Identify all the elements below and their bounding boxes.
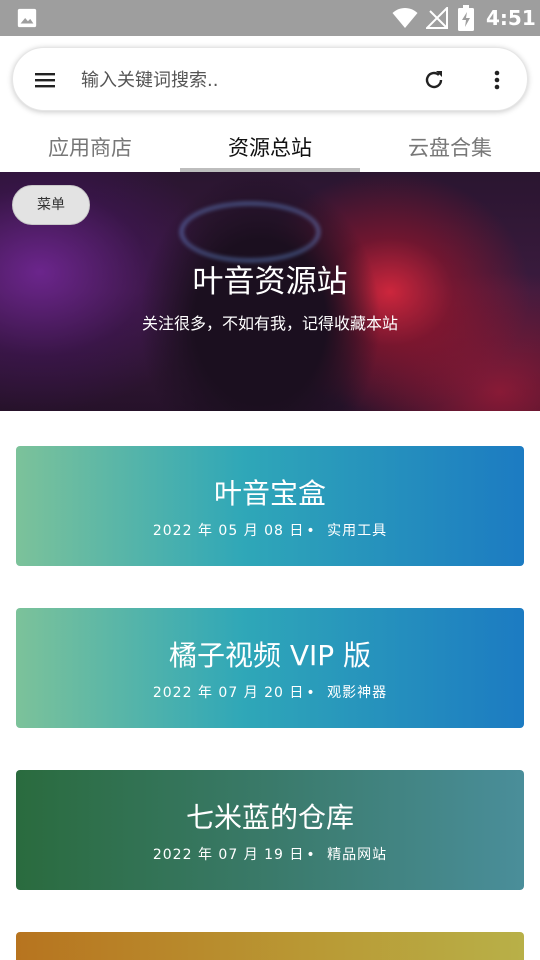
- tab-bar: 应用商店 资源总站 云盘合集: [0, 124, 540, 172]
- card-month: 07: [218, 847, 239, 863]
- card-category: 实用工具: [327, 523, 388, 539]
- card-day-unit: 日: [289, 523, 305, 539]
- card-day: 19: [264, 847, 284, 863]
- clock: 4:51: [486, 6, 536, 30]
- card-day-unit: 日: [289, 847, 305, 863]
- card-month-unit: 月: [243, 847, 259, 863]
- banner-background-image: [180, 202, 320, 262]
- card-day: 20: [264, 685, 284, 701]
- search-bar: [12, 47, 528, 111]
- card-title: 七米蓝的仓库: [185, 801, 354, 834]
- card-month: 07: [218, 685, 239, 701]
- resource-card[interactable]: 七米蓝的仓库 2022 年 07 月 19 日 • 精品网站: [16, 770, 524, 890]
- banner-subtitle: 关注很多，不如有我，记得收藏本站: [141, 314, 398, 333]
- card-month-unit: 月: [243, 523, 259, 539]
- card-meta: 2022 年 07 月 20 日 • 观影神器: [16, 682, 524, 702]
- wifi-icon: [392, 8, 418, 28]
- card-year: 2022: [152, 523, 193, 539]
- card-year-unit: 年: [197, 685, 213, 701]
- card-meta: 2022 年 05 月 08 日 • 实用工具: [16, 520, 524, 540]
- card-title: 橘子视频 VIP 版: [168, 639, 372, 672]
- card-dot-separator: •: [306, 685, 316, 701]
- card-day-unit: 日: [289, 685, 305, 701]
- search-input[interactable]: [81, 64, 401, 96]
- card-dot-separator: •: [306, 847, 316, 863]
- card-title: 叶音宝盒: [213, 477, 326, 510]
- card-year: 2022: [152, 847, 193, 863]
- card-category: 观影神器: [327, 685, 388, 701]
- signal-off-icon: [426, 7, 448, 29]
- card-meta: 2022 年 07 月 19 日 • 精品网站: [16, 844, 524, 864]
- resource-card[interactable]: 叶音宝盒 2022 年 05 月 08 日 • 实用工具: [16, 446, 524, 566]
- card-year-unit: 年: [197, 847, 213, 863]
- card-year: 2022: [152, 685, 193, 701]
- hamburger-menu-icon[interactable]: [33, 68, 57, 92]
- tab-cloud-drive-collection[interactable]: 云盘合集: [360, 124, 540, 172]
- more-vertical-icon[interactable]: [485, 68, 509, 92]
- card-month: 05: [218, 523, 239, 539]
- banner-title: 叶音资源站: [192, 264, 348, 300]
- card-month-unit: 月: [243, 685, 259, 701]
- tab-app-store[interactable]: 应用商店: [0, 124, 180, 172]
- card-year-unit: 年: [197, 523, 213, 539]
- resource-card[interactable]: 橘子视频 VIP 版 2022 年 07 月 20 日 • 观影神器: [16, 608, 524, 728]
- status-bar: 4:51: [0, 0, 540, 36]
- resource-card[interactable]: [16, 932, 524, 960]
- card-day: 08: [264, 523, 284, 539]
- refresh-icon[interactable]: [422, 68, 446, 92]
- card-dot-separator: •: [306, 523, 316, 539]
- card-category: 精品网站: [327, 847, 388, 863]
- menu-button[interactable]: 菜单: [12, 185, 90, 225]
- battery-charging-icon: [458, 5, 474, 31]
- image-icon: [17, 8, 37, 28]
- tab-resource-station[interactable]: 资源总站: [180, 124, 360, 172]
- hero-banner: 菜单 叶音资源站 关注很多，不如有我，记得收藏本站: [0, 172, 540, 411]
